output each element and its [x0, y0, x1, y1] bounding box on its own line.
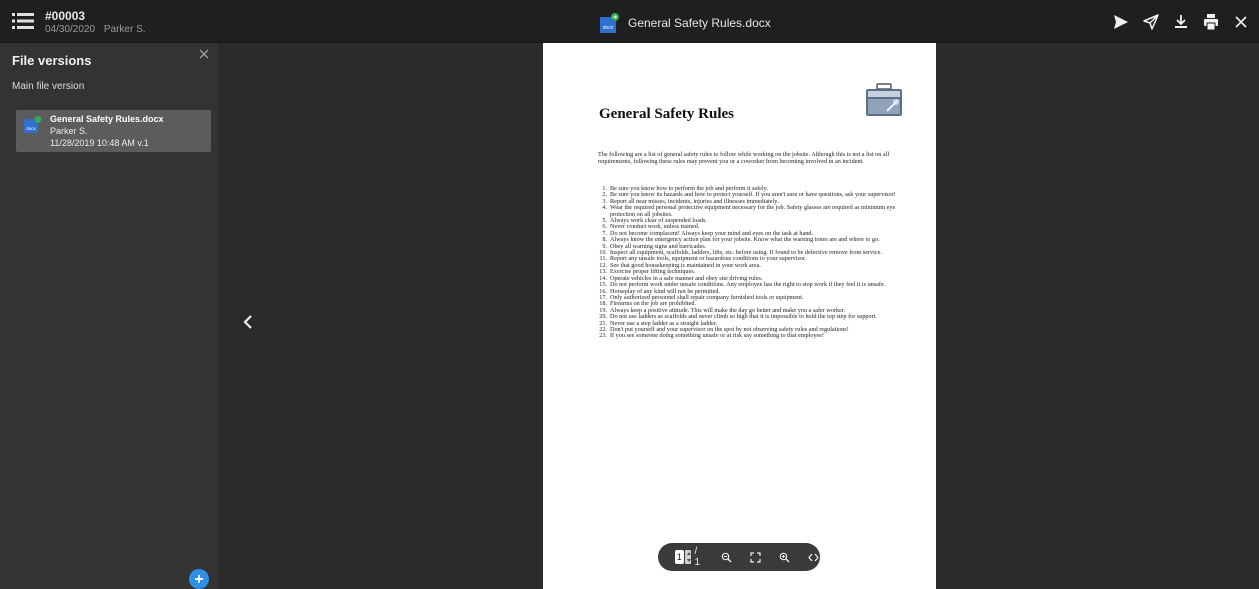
chevron-left-icon[interactable] — [241, 313, 255, 331]
close-icon[interactable] — [1229, 10, 1253, 34]
record-meta: 04/30/2020 Parker S. — [45, 24, 152, 35]
version-file-name: General Safety Rules.docx — [50, 114, 164, 124]
svg-text:docx: docx — [603, 25, 614, 31]
document-title-area: docx General Safety Rules.docx — [600, 12, 771, 34]
rule-text: If you see someone doing something unsaf… — [610, 332, 825, 340]
version-date: 11/28/2019 10:48 AM v.1 — [50, 138, 149, 148]
zoom-in-icon[interactable] — [779, 550, 791, 564]
download-icon[interactable] — [1169, 10, 1193, 34]
rules-list: 1. Be sure you know how to perform the jo… — [598, 185, 910, 340]
record-date: 04/30/2020 — [45, 24, 96, 35]
add-version-button[interactable] — [189, 569, 209, 589]
rule-item: 23. If you see someone doing something un… — [598, 332, 910, 340]
document-page: General Safety Rules The following are a… — [543, 43, 936, 589]
file-type-label: docx — [26, 126, 36, 131]
docx-file-icon: docx — [24, 116, 42, 134]
document-title: General Safety Rules.docx — [628, 16, 771, 30]
page-navigation-bar: 1 / 1 — [658, 543, 820, 571]
panel-title: File versions — [12, 53, 92, 68]
fit-screen-icon[interactable] — [750, 550, 762, 564]
top-actions — [1103, 10, 1253, 34]
panel-subtitle: Main file version — [12, 81, 85, 92]
page-heading: General Safety Rules — [599, 106, 734, 122]
rule-number: 23. — [599, 332, 607, 340]
printer-icon[interactable] — [1199, 10, 1223, 34]
code-view-icon[interactable] — [808, 550, 820, 564]
document-viewer: General Safety Rules The following are a… — [221, 43, 1259, 589]
version-item[interactable]: docx General Safety Rules.docx Parker S.… — [16, 110, 211, 152]
send-icon[interactable] — [1109, 10, 1133, 34]
page-spinner[interactable] — [684, 550, 692, 564]
file-versions-panel: File versions Main file version docx Gen… — [0, 43, 220, 589]
toolbox-logo-icon — [865, 83, 903, 117]
plus-icon — [195, 575, 203, 583]
list-menu-icon[interactable] — [12, 12, 34, 30]
page-number-input[interactable]: 1 — [675, 550, 684, 564]
paper-plane-icon[interactable] — [1139, 10, 1163, 34]
record-id: #00003 — [45, 9, 86, 23]
version-author: Parker S. — [50, 126, 88, 136]
close-icon[interactable] — [197, 47, 211, 61]
page-total: / 1 — [694, 546, 700, 568]
zoom-out-icon[interactable] — [721, 550, 733, 564]
top-bar: #00003 04/30/2020 Parker S. docx General… — [0, 0, 1259, 43]
record-author: Parker S. — [103, 24, 146, 35]
page-intro: The following are a list of general safe… — [598, 151, 890, 166]
docx-file-icon: docx — [600, 13, 620, 33]
